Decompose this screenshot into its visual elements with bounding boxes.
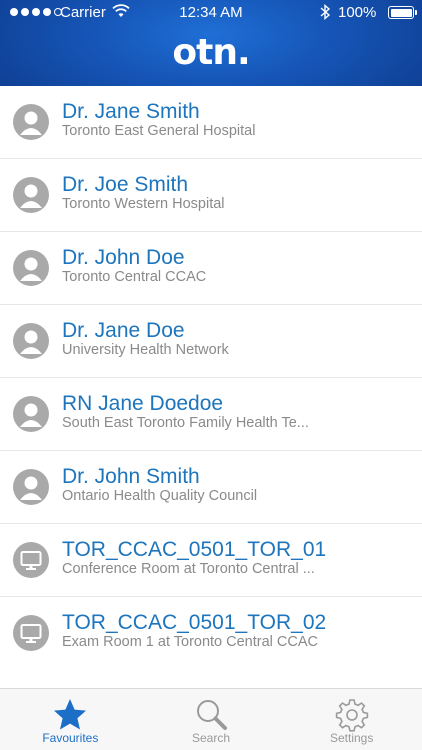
person-icon (13, 250, 49, 286)
person-icon (13, 469, 49, 505)
list-item[interactable]: TOR_CCAC_0501_TOR_02 Exam Room 1 at Toro… (0, 597, 422, 670)
tab-label: Search (191, 731, 231, 745)
star-icon (54, 699, 87, 730)
contact-name: RN Jane Doedoe (62, 392, 224, 415)
otn-logo: otn. (172, 32, 250, 73)
room-name: TOR_CCAC_0501_TOR_02 (62, 611, 327, 634)
bluetooth-icon (320, 3, 331, 21)
tab-label: Settings (330, 731, 374, 745)
room-subtitle: Conference Room at Toronto Central ... (62, 561, 315, 577)
room-subtitle: Exam Room 1 at Toronto Central CCAC (62, 634, 319, 650)
list-item[interactable]: TOR_CCAC_0501_TOR_01 Conference Room at … (0, 524, 422, 597)
tab-favourites[interactable]: Favourites (0, 689, 141, 750)
contact-subtitle: Toronto East General Hospital (62, 123, 256, 139)
tab-bar: Favourites Search Settings (0, 688, 422, 750)
contact-subtitle: Ontario Health Quality Council (62, 488, 258, 504)
contact-subtitle: South East Toronto Family Health Te... (62, 415, 309, 431)
monitor-icon (13, 615, 49, 651)
list-item[interactable]: Dr. Jane Smith Toronto East General Hosp… (0, 86, 422, 159)
status-bar: Carrier 12:34 AM 100% (0, 0, 422, 26)
person-icon (13, 177, 49, 213)
room-name: TOR_CCAC_0501_TOR_01 (62, 538, 327, 561)
battery-percentage: 100% (338, 4, 377, 21)
list-item[interactable]: Dr. John Smith Ontario Health Quality Co… (0, 451, 422, 524)
contact-subtitle: Toronto Central CCAC (62, 269, 207, 285)
contact-name: Dr. John Smith (62, 465, 200, 488)
contact-name: Dr. Jane Smith (62, 100, 200, 123)
favourites-list: Dr. Jane Smith Toronto East General Hosp… (0, 86, 422, 670)
search-icon (197, 700, 227, 730)
list-item[interactable]: Dr. Joe Smith Toronto Western Hospital (0, 159, 422, 232)
battery-icon (388, 6, 417, 19)
person-icon (13, 323, 49, 359)
tab-label: Favourites (42, 731, 99, 745)
contact-name: Dr. John Doe (62, 246, 185, 269)
tab-settings[interactable]: Settings (281, 689, 422, 750)
list-item[interactable]: Dr. Jane Doe University Health Network (0, 305, 422, 378)
tab-search[interactable]: Search (141, 689, 282, 750)
app-header: Carrier 12:34 AM 100% otn. (0, 0, 422, 86)
monitor-icon (13, 542, 49, 578)
contact-subtitle: Toronto Western Hospital (62, 196, 225, 212)
list-item[interactable]: RN Jane Doedoe South East Toronto Family… (0, 378, 422, 451)
contact-subtitle: University Health Network (62, 342, 229, 358)
person-icon (13, 396, 49, 432)
contact-name: Dr. Joe Smith (62, 173, 189, 196)
contact-name: Dr. Jane Doe (62, 319, 185, 342)
person-icon (13, 104, 49, 140)
gear-icon (335, 699, 368, 732)
list-item[interactable]: Dr. John Doe Toronto Central CCAC (0, 232, 422, 305)
